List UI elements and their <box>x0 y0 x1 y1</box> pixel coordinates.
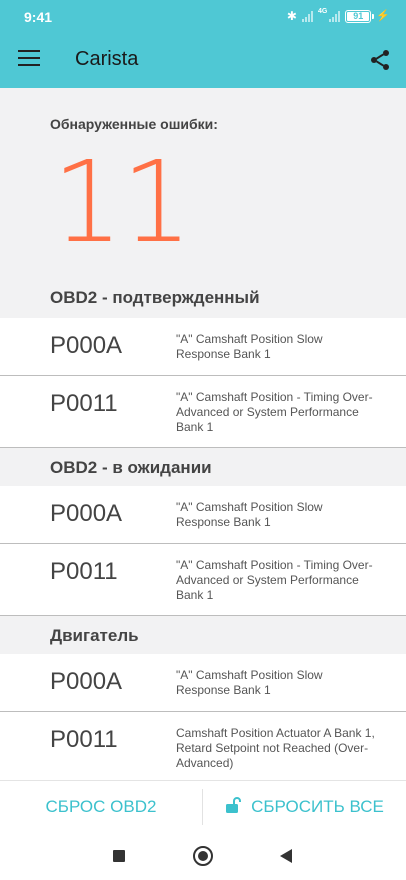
errors-caption: Обнаруженные ошибки: <box>50 116 218 132</box>
app-title: Carista <box>75 48 139 70</box>
bottom-action-bar: СБРОС OBD2 СБРОСИТЬ ВСЕ <box>0 780 406 832</box>
app-bar: Carista <box>0 32 406 88</box>
error-description: "A" Camshaft Position Slow Response Bank… <box>176 500 323 529</box>
section-header: OBD2 - в ожидании <box>50 458 212 477</box>
error-code-row[interactable]: P0011 Camshaft Position Actuator A Bank … <box>0 712 406 780</box>
system-nav-bar <box>0 832 406 880</box>
errors-content[interactable]: Обнаруженные ошибки: 11 OBD2 - подтвержд… <box>0 88 406 780</box>
status-icons: ✱ 4G 91 ⚡ <box>287 8 390 24</box>
hamburger-menu-icon[interactable] <box>18 50 40 68</box>
reset-obd2-label: СБРОС OBD2 <box>45 797 157 816</box>
bluetooth-icon: ✱ <box>286 9 297 23</box>
battery-level: 91 <box>347 11 370 21</box>
error-description: "A" Camshaft Position - Timing Over-Adva… <box>176 390 373 434</box>
error-code: P0011 <box>50 726 118 753</box>
network-type: 4G <box>317 8 328 15</box>
error-description: "A" Camshaft Position Slow Response Bank… <box>176 668 323 697</box>
error-description: "A" Camshaft Position - Timing Over-Adva… <box>176 558 373 602</box>
error-code-row[interactable]: P000A "A" Camshaft Position Slow Respons… <box>0 318 406 376</box>
error-description: "A" Camshaft Position Slow Response Bank… <box>176 332 323 361</box>
recent-apps-icon[interactable] <box>113 850 125 862</box>
status-bar: 9:41 ✱ 4G 91 ⚡ <box>0 0 406 32</box>
signal-icon-2 <box>329 10 341 22</box>
home-icon[interactable] <box>193 846 213 866</box>
charging-icon: ⚡ <box>376 10 390 22</box>
back-icon[interactable] <box>280 849 292 863</box>
signal-icon <box>301 10 313 22</box>
error-code: P000A <box>50 332 123 359</box>
error-description: Camshaft Position Actuator A Bank 1, Ret… <box>176 726 375 770</box>
reset-obd2-button[interactable]: СБРОС OBD2 <box>0 781 202 833</box>
errors-count: 11 <box>52 138 193 268</box>
error-code-row[interactable]: P0011 "A" Camshaft Position - Timing Ove… <box>0 544 406 616</box>
error-code: P0011 <box>50 558 118 585</box>
section-header: Двигатель <box>50 626 139 645</box>
section-header: OBD2 - подтвержденный <box>50 288 260 307</box>
error-code-row[interactable]: P000A "A" Camshaft Position Slow Respons… <box>0 486 406 544</box>
status-time: 9:41 <box>24 9 53 25</box>
reset-all-button[interactable]: СБРОСИТЬ ВСЕ <box>203 781 406 833</box>
error-code: P0011 <box>50 390 118 417</box>
battery-icon: 91 <box>345 9 375 23</box>
error-code-row[interactable]: P0011 "A" Camshaft Position - Timing Ove… <box>0 376 406 448</box>
unlock-icon <box>225 796 242 819</box>
error-code-row[interactable]: P000A "A" Camshaft Position Slow Respons… <box>0 654 406 712</box>
reset-all-label: СБРОСИТЬ ВСЕ <box>251 797 384 816</box>
error-code: P000A <box>50 500 123 527</box>
share-icon[interactable] <box>368 48 392 72</box>
error-code: P000A <box>50 668 123 695</box>
